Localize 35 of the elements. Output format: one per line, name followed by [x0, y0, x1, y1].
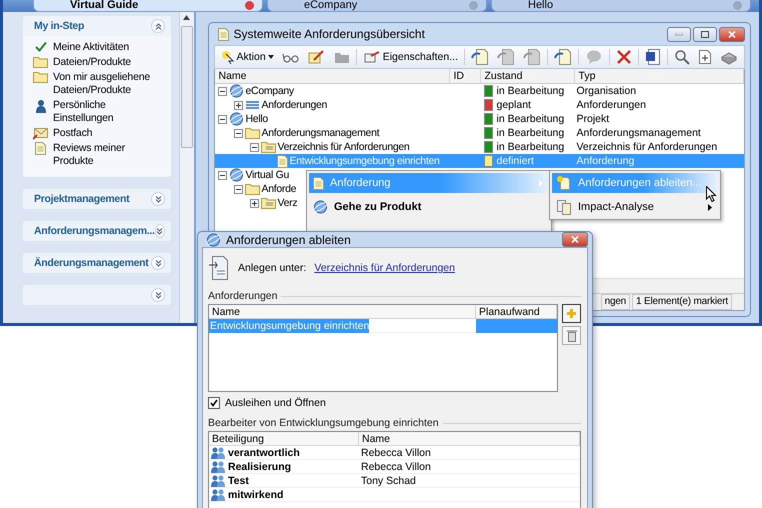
type-text: Anforderungen: [576, 98, 646, 112]
item-name: Anforderungen: [262, 98, 328, 112]
type-text: Anforderungsmanagement: [576, 126, 701, 140]
item-name: Hello: [246, 112, 268, 126]
role-name: Realisierung: [228, 460, 292, 474]
item-name: Verz: [278, 196, 298, 210]
status-text: 1 Element(e) markiert: [632, 294, 732, 310]
item-name: Verzeichnis für Anforderungen: [278, 140, 410, 154]
type-text: Organisation: [576, 84, 636, 98]
type-text: Projekt: [576, 112, 610, 126]
item-name: Anforde: [262, 182, 296, 196]
status-text: in Bearbeitung: [496, 126, 564, 140]
type-text: Anforderung: [576, 154, 634, 168]
dialog-title: Anforderungen ableiten: [226, 232, 351, 246]
status-text: definiert: [496, 154, 534, 168]
role-name: mitwirkend: [228, 488, 284, 502]
status-text: in Bearbeitung: [496, 84, 564, 98]
group-title: Bearbeiter von Entwicklungsumgebung einrichten: [208, 417, 439, 429]
group-title: Anforderungen: [208, 290, 278, 302]
status-text: geplant: [496, 98, 531, 112]
item-name: Entwicklungsumgebung einrichten: [290, 154, 440, 168]
type-text: Verzeichnis für Anforderungen: [576, 140, 718, 154]
item-name: Anforderungsmanagement: [262, 126, 380, 140]
person-name: Rebecca Villon: [361, 460, 431, 474]
role-name: Test: [228, 474, 249, 488]
item-name: eCompany: [246, 84, 294, 98]
item-name: Virtual Gu: [246, 168, 289, 182]
role-name: verantwortlich: [228, 446, 300, 460]
status-text: ngen: [600, 294, 630, 310]
window-title: Systemweite Anforderungsübersicht: [234, 27, 425, 41]
person-name: Tony Schad: [361, 474, 416, 488]
status-text: in Bearbeitung: [496, 112, 564, 126]
field-label: Anlegen unter:: [238, 262, 306, 274]
status-text: in Bearbeitung: [496, 140, 564, 154]
person-name: Rebecca Villon: [361, 446, 431, 460]
